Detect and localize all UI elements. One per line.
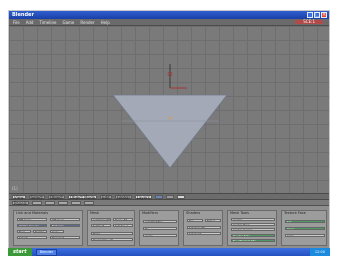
3d-viewport[interactable]: (1) [9,26,329,193]
scene-selector[interactable]: SCE:1 [295,20,323,24]
panel-link-materials: Link and Materials ME:Cone OB:Cone Verte… [13,210,83,246]
panels-button[interactable]: Panels [12,200,29,205]
blender-window: Blender _ □ × File Add Timeline Game Ren… [8,10,330,250]
taskbar-item-blender[interactable]: Blender [35,248,58,256]
header-button-edit[interactable]: Edit [100,194,112,199]
subdiv-field[interactable]: Subdiv: 1 [113,224,133,227]
modifier-target-field[interactable]: To: [143,227,177,230]
taskbar: start Blender 12:00 [8,248,330,256]
select-button[interactable]: Select [17,236,47,239]
menu-game[interactable]: Game [62,20,74,25]
start-button[interactable]: start [8,248,32,256]
system-clock: 12:00 [309,248,330,256]
center-cursor-button[interactable]: Center Cursor [231,228,275,231]
panel-shaders: Shaders Tex Edges Set Smooth Set Solid [183,210,223,246]
material-field[interactable]: Material [50,224,80,227]
menu-render[interactable]: Render [80,20,94,25]
no-vnormal-flip-toggle[interactable]: No V.Normal Flip [231,239,275,242]
menu-help[interactable]: Help [101,20,110,25]
set-smooth-button[interactable]: Set Smooth [187,226,221,229]
panel-texture-face: Texture Face Set Clear Copy [281,210,327,246]
panel-modifiers: Modifiers Add Modifier To: Apply [139,210,179,246]
header-button-object[interactable]: Object [47,194,65,199]
title-bar: Blender _ □ × [9,11,329,19]
tface-copy-button[interactable]: Copy [285,234,325,237]
maximize-icon[interactable]: □ [314,12,320,18]
vertex-groups-field[interactable]: Vertex Groups [17,224,47,227]
header-button-select[interactable]: Select [28,194,45,199]
context-button-1[interactable] [31,200,42,205]
panel-title: Modifiers [142,211,158,215]
autosmooth-toggle[interactable]: AutoSmooth [91,218,111,221]
panel-title: Link and Materials [16,211,49,215]
header-button-8[interactable] [154,194,163,199]
degree-field[interactable]: Degr: 30 [113,218,133,221]
make-button[interactable]: Make [91,232,133,235]
panel-mesh-tools: Mesh Tools Center Center New Center Curs… [227,210,277,246]
copy-button[interactable]: Copy [50,230,64,233]
header-button-global[interactable]: Global [114,194,132,199]
tface-clear-button[interactable]: Clear [285,227,325,230]
panel-title: Texture Face [284,211,306,215]
header-button-9[interactable] [165,194,174,199]
panel-title: Mesh [90,211,100,215]
delete-button[interactable]: Delete [33,230,47,233]
frame-label: (1) [12,186,18,191]
cone-mesh[interactable] [112,94,228,169]
edges-button[interactable]: Edges [205,219,221,222]
viewport-canvas [112,64,228,169]
header-button-10[interactable] [176,194,185,199]
object-name-field[interactable]: OB:Cone [50,218,80,221]
close-icon[interactable]: × [321,12,327,18]
apply-button[interactable]: Apply [143,234,177,237]
minimize-icon[interactable]: _ [307,12,313,18]
header-button-view[interactable]: View [12,194,26,199]
menu-file[interactable]: File [13,20,20,25]
context-button-2[interactable] [44,200,55,205]
context-button-3[interactable] [57,200,68,205]
panel-mesh: Mesh AutoSmooth Degr: 30 SubSurf Subdiv:… [87,210,135,246]
mesh-name-field[interactable]: ME:Cone [17,218,47,221]
menu-bar: File Add Timeline Game Render Help SCE:1 [9,19,329,26]
deselect-button[interactable]: Deselect [50,236,80,239]
context-button-5[interactable] [83,200,94,205]
3d-view-header: View Select Object Object Mode Edit Glob… [9,193,329,200]
set-solid-button[interactable]: Set Solid [187,232,221,235]
object-center-dot[interactable] [168,116,172,120]
context-button-4[interactable] [70,200,81,205]
subsurf-toggle[interactable]: SubSurf [91,224,111,227]
mode-selector[interactable]: Object Mode [67,194,98,199]
menu-add[interactable]: Add [26,20,34,25]
window-controls: _ □ × [307,12,327,18]
layers-button[interactable]: Layers [134,194,152,199]
panel-title: Mesh Tools [230,211,249,215]
double-side-toggle[interactable]: Double Side [231,234,275,237]
new-button[interactable]: New [17,230,31,233]
tface-set-button[interactable]: Set [285,220,325,223]
panel-title: Shaders [186,211,201,215]
center-button[interactable]: Center [231,218,275,221]
menu-timeline[interactable]: Timeline [39,20,56,25]
buttons-window: Link and Materials ME:Cone OB:Cone Verte… [9,206,329,249]
tex-button[interactable]: Tex [187,219,203,222]
window-title: Blender [12,12,34,18]
add-modifier-button[interactable]: Add Modifier [143,220,177,223]
decimator-field[interactable]: Decimator: 10 [91,238,133,241]
center-new-button[interactable]: Center New [231,223,275,226]
